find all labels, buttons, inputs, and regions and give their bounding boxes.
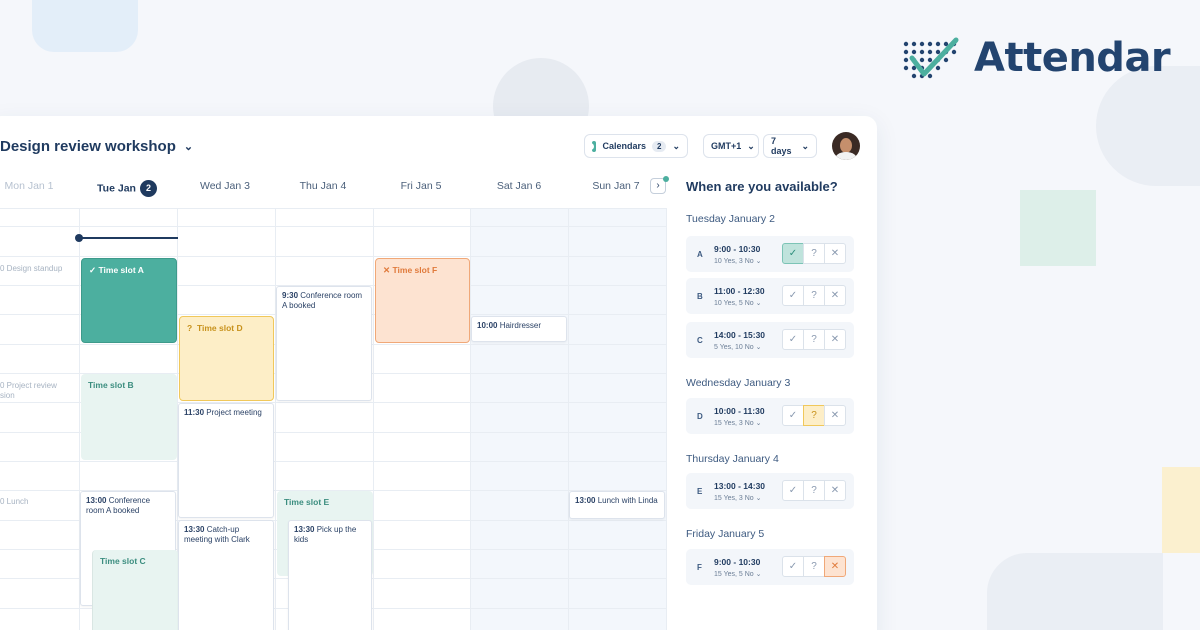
event-title: Design review workshop: [0, 138, 176, 155]
yes-button[interactable]: ✓: [782, 329, 804, 350]
slot-row-e: E 13:00 - 14:30 15 Yes, 3 No ⌄ ✓ ? ✕: [686, 473, 854, 509]
day-header-sat[interactable]: Sat Jan 6: [470, 180, 568, 192]
group-date: Thursday January 4: [686, 453, 779, 465]
time-slot-d[interactable]: ? Time slot D: [179, 316, 274, 401]
yes-button[interactable]: ✓: [782, 405, 804, 426]
weekend-sun: [568, 208, 667, 630]
maybe-button[interactable]: ?: [803, 405, 825, 426]
vote-counts[interactable]: 15 Yes, 3 No ⌄: [714, 494, 762, 502]
brand-name: Attendar: [974, 35, 1171, 81]
panel-title: When are you available?: [686, 179, 838, 194]
event-project-meeting: 11:30 Project meeting: [178, 403, 274, 518]
time-slot-c[interactable]: Time slot C: [92, 550, 178, 630]
brand-logo: Attendar: [900, 34, 1171, 82]
current-time-line: [79, 237, 178, 239]
day-header-thu[interactable]: Thu Jan 4: [274, 180, 372, 192]
event-project-review: 0 Project review sion: [0, 381, 57, 400]
slot-row-a: A 9:00 - 10:30 10 Yes, 3 No ⌄ ✓ ? ✕: [686, 236, 854, 272]
time-slot-a[interactable]: ✓ Time slot A: [81, 258, 177, 343]
yes-button[interactable]: ✓: [782, 243, 804, 264]
group-date: Friday January 5: [686, 528, 765, 540]
scheduler-card: Design review workshop ⌄ Calendars 2 ⌄ G…: [0, 116, 877, 630]
slot-row-c: C 14:00 - 15:30 5 Yes, 10 No ⌄ ✓ ? ✕: [686, 322, 854, 358]
yes-button[interactable]: ✓: [782, 285, 804, 306]
yes-button[interactable]: ✓: [782, 480, 804, 501]
vote-counts[interactable]: 5 Yes, 10 No ⌄: [714, 343, 762, 351]
maybe-button[interactable]: ?: [803, 285, 825, 306]
day-header-label: Tue Jan: [97, 182, 136, 195]
vote-counts[interactable]: 15 Yes, 5 No ⌄: [714, 570, 762, 578]
toggle-icon[interactable]: [586, 140, 597, 152]
bg-shape-right: [1096, 66, 1200, 186]
event-catch-up-meeting: 13:30 Catch-up meeting with Clark: [178, 520, 274, 630]
close-icon: ✕: [383, 265, 391, 275]
attendar-logo-icon: [903, 37, 959, 79]
slot-row-f: F 9:00 - 10:30 15 Yes, 5 No ⌄ ✓ ? ✕: [686, 549, 854, 585]
maybe-button[interactable]: ?: [803, 556, 825, 577]
maybe-button[interactable]: ?: [803, 480, 825, 501]
chevron-down-icon: ⌄: [672, 140, 680, 151]
day-header-mon[interactable]: Mon Jan 1: [0, 180, 78, 192]
day-header-fri[interactable]: Fri Jan 5: [372, 180, 470, 192]
notification-dot: [663, 176, 669, 182]
question-icon: ?: [187, 323, 193, 333]
event-conference-room-thu: 9:30 Conference room A booked: [276, 286, 372, 401]
no-button[interactable]: ✕: [824, 405, 846, 426]
event-hairdresser: 10:00 Hairdresser: [471, 316, 567, 342]
calendars-toggle[interactable]: Calendars 2 ⌄: [584, 134, 688, 158]
no-button[interactable]: ✕: [824, 243, 846, 264]
vote-counts[interactable]: 10 Yes, 3 No ⌄: [714, 257, 762, 265]
vote-counts[interactable]: 15 Yes, 3 No ⌄: [714, 419, 762, 427]
weekend-sat: [470, 208, 568, 630]
bg-shape-yellow: [1162, 467, 1200, 553]
calendar-grid: 0 Design standup 0 Project review sion 0 …: [0, 208, 667, 630]
calendars-count: 2: [652, 140, 667, 152]
no-button[interactable]: ✕: [824, 285, 846, 306]
maybe-button[interactable]: ?: [803, 329, 825, 350]
time-slot-b[interactable]: Time slot B: [81, 374, 177, 460]
event-title-dropdown[interactable]: Design review workshop ⌄: [0, 138, 193, 155]
vote-counts[interactable]: 10 Yes, 5 No ⌄: [714, 299, 762, 307]
calendars-label: Calendars: [602, 141, 646, 151]
bg-shape-bottom: [987, 553, 1163, 630]
no-button[interactable]: ✕: [824, 329, 846, 350]
group-date: Tuesday January 2: [686, 213, 775, 225]
bg-shape-top-left: [32, 0, 138, 52]
event-lunch-with-linda: 13:00 Lunch with Linda: [569, 491, 665, 519]
group-date: Wednesday January 3: [686, 377, 791, 389]
yes-button[interactable]: ✓: [782, 556, 804, 577]
chevron-down-icon: ⌄: [183, 141, 194, 153]
today-badge: 2: [139, 180, 157, 197]
check-icon: ✓: [89, 265, 97, 275]
bg-shape-mint: [1020, 190, 1096, 266]
slot-row-b: B 11:00 - 12:30 10 Yes, 5 No ⌄ ✓ ? ✕: [686, 278, 854, 314]
slot-row-d: D 10:00 - 11:30 15 Yes, 3 No ⌄ ✓ ? ✕: [686, 398, 854, 434]
event-design-standup: 0 Design standup: [0, 264, 63, 273]
maybe-button[interactable]: ?: [803, 243, 825, 264]
no-button[interactable]: ✕: [824, 556, 846, 577]
event-pick-up-kids: 13:30 Pick up the kids: [288, 520, 372, 630]
day-header-wed[interactable]: Wed Jan 3: [176, 180, 274, 192]
day-header-tue[interactable]: Tue Jan 2: [78, 180, 176, 197]
time-slot-f[interactable]: ✕ Time slot F: [375, 258, 470, 343]
event-lunch: 0 Lunch: [0, 497, 29, 506]
no-button[interactable]: ✕: [824, 480, 846, 501]
availability-panel: When are you available? Tuesday January …: [686, 116, 876, 630]
